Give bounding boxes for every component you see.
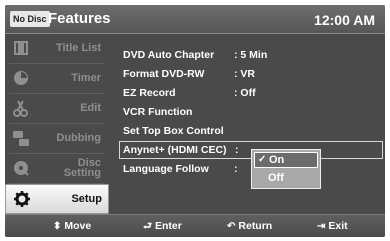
sidebar-item-edit[interactable]: Edit [5, 94, 107, 122]
move-label: Move [64, 220, 92, 232]
header-bar: No Disc Features 12:00 AM [5, 5, 385, 34]
timer-icon [12, 69, 30, 87]
return-label: Return [238, 220, 273, 232]
menu-row-format-dvd-rw[interactable]: Format DVD-RW : VR [113, 65, 383, 83]
menu-row-value: : [235, 144, 239, 156]
menu-list: DVD Auto Chapter : 5 Min Format DVD-RW :… [113, 34, 385, 214]
return-hint: ↶ Return [227, 215, 272, 237]
menu-row-label: Set Top Box Control [123, 125, 224, 137]
option-label: Off [268, 172, 284, 184]
menu-row-label: Format DVD-RW [123, 68, 205, 80]
sidebar-item-label: Disc Setting [63, 157, 101, 179]
scissors-icon [12, 99, 30, 117]
menu-row-value: : 5 Min [234, 49, 268, 61]
sidebar-item-label: Timer [71, 72, 101, 84]
menu-row-ez-record[interactable]: EZ Record : Off [113, 84, 383, 102]
dubbing-icon [12, 129, 30, 147]
sidebar-item-label: Title List [55, 42, 101, 54]
menu-row-language-follow[interactable]: Language Follow : [113, 160, 383, 178]
sidebar-item-disc-setting[interactable]: Disc Setting [5, 154, 107, 182]
sidebar-item-title-list[interactable]: Title List [5, 34, 107, 62]
checkmark-icon: ✓ [258, 154, 267, 165]
menu-row-label: DVD Auto Chapter [123, 49, 215, 61]
sidebar-item-timer[interactable]: Timer [5, 64, 107, 92]
up-down-arrow-icon: ⬍ [53, 221, 62, 232]
exit-icon: ⇥ [317, 221, 326, 232]
menu-row-label: EZ Record [123, 87, 176, 99]
option-label: On [269, 154, 285, 166]
sidebar-item-dubbing[interactable]: Dubbing [5, 124, 107, 152]
exit-hint: ⇥ Exit [317, 215, 348, 237]
menu-row-dvd-auto-chapter[interactable]: DVD Auto Chapter : 5 Min [113, 46, 383, 64]
menu-row-label: VCR Function [123, 106, 193, 118]
option-off[interactable]: Off [254, 170, 316, 186]
clock: 12:00 AM [314, 12, 375, 28]
sidebar-item-label: Edit [80, 102, 101, 114]
menu-row-value: : Off [234, 87, 256, 99]
page-title: Features [48, 10, 111, 27]
option-on[interactable]: ✓ On [254, 152, 318, 168]
menu-row-value: : [234, 163, 238, 175]
menu-row-value: : VR [234, 68, 255, 80]
enter-label: Enter [155, 220, 182, 232]
menu-row-set-top-box-control[interactable]: Set Top Box Control [113, 122, 383, 140]
sidebar-item-label: Dubbing [56, 132, 101, 144]
gear-icon [13, 190, 31, 208]
sidebar-item-label: Setup [71, 193, 102, 205]
menu-row-label: Anynet+ (HDMI CEC) [123, 144, 227, 156]
sidebar-item-setup[interactable]: Setup [5, 184, 109, 214]
enter-hint: ⮐ Enter [143, 215, 182, 237]
return-icon: ↶ [227, 221, 236, 232]
move-hint: ⬍ Move [53, 215, 91, 237]
menu-row-vcr-function[interactable]: VCR Function [113, 103, 383, 121]
option-popup: ✓ On Off [251, 149, 321, 189]
footer-bar: ⬍ Move ⮐ Enter ↶ Return ⇥ Exit [5, 214, 385, 237]
exit-label: Exit [328, 220, 348, 232]
enter-icon: ⮐ [143, 221, 152, 232]
title-list-icon [12, 39, 30, 57]
features-screen: No Disc Features 12:00 AM Title List Tim… [5, 5, 385, 237]
menu-row-label: Language Follow [123, 163, 209, 175]
disc-status-badge: No Disc [10, 11, 50, 27]
sidebar: Title List Timer Edit Dubbing Disc Setti… [5, 34, 109, 214]
disc-icon [12, 159, 30, 177]
